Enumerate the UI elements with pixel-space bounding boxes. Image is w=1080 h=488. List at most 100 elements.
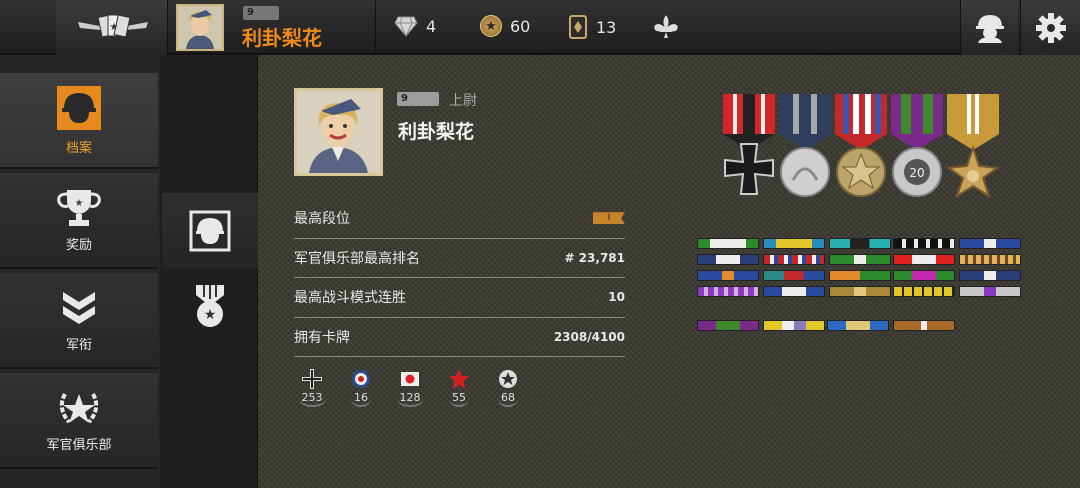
main-menu-button[interactable]: ★ <box>56 0 168 55</box>
helmet-icon <box>189 210 231 251</box>
stat-label: 最高段位 <box>294 211 350 228</box>
gear-icon <box>1035 12 1066 43</box>
ribbon[interactable] <box>959 238 1021 249</box>
ribbon[interactable] <box>827 320 889 331</box>
stat-value: 2308/4100 <box>553 329 625 344</box>
stat-value: # 23,781 <box>564 250 625 265</box>
rank-title: 上尉 <box>449 93 477 109</box>
trophy-icon: ★ <box>57 189 101 226</box>
ribbon[interactable] <box>697 320 759 331</box>
stat-label: 军官俱乐部最高排名 <box>294 250 420 267</box>
level-badge: 9 <box>397 92 439 106</box>
ribbon[interactable] <box>893 254 955 265</box>
portrait-woman-icon <box>297 91 380 173</box>
ribbon[interactable] <box>763 254 825 265</box>
balkenkreuz-icon <box>302 369 322 389</box>
sidebar-item-officers-club[interactable]: 军官俱乐部 <box>0 373 158 469</box>
nation-count: 16 <box>351 391 371 407</box>
profile-name: 利卦梨花 <box>398 121 475 143</box>
gold-coin-icon: ★ <box>480 15 502 37</box>
nation-count: 68 <box>498 391 518 407</box>
nation-count: 128 <box>396 391 424 407</box>
wreath-star-icon <box>59 392 99 423</box>
portrait-woman-icon <box>178 6 222 49</box>
sub-tabs: ★ <box>160 55 258 488</box>
ribbon[interactable] <box>893 320 955 331</box>
sidebar-item-label: 奖励 <box>65 237 92 253</box>
avatar[interactable] <box>176 4 224 51</box>
ribbon[interactable] <box>697 286 759 297</box>
ribbon[interactable] <box>893 286 955 297</box>
ribbon[interactable] <box>697 254 759 265</box>
bronze-star-medal[interactable] <box>946 94 1000 199</box>
ribbon[interactable] <box>763 270 825 281</box>
diamonds-counter[interactable]: 4 <box>394 15 436 37</box>
soldier-helmet-icon <box>975 14 1004 43</box>
cards-wings-logo-icon: ★ <box>78 14 148 38</box>
nation-soviet[interactable]: 55 <box>443 368 475 407</box>
medal-icon: ★ <box>196 284 224 327</box>
ribbon[interactable] <box>959 286 1021 297</box>
ribbon[interactable] <box>959 270 1021 281</box>
svg-text:★: ★ <box>75 198 84 209</box>
iron-cross-medal[interactable] <box>723 94 775 195</box>
ribbon[interactable] <box>959 254 1021 265</box>
nation-count: 253 <box>298 391 326 407</box>
rank-tier-badge: Ⅰ <box>593 212 625 225</box>
nation-count: 55 <box>449 391 469 407</box>
nation-britain[interactable]: 16 <box>345 368 377 407</box>
nation-usa[interactable]: 68 <box>492 368 524 407</box>
roundel-icon <box>352 370 370 388</box>
diamonds-value: 4 <box>426 16 437 36</box>
stat-value: 10 <box>608 290 625 305</box>
card-icon <box>569 15 587 39</box>
nation-germany[interactable]: 253 <box>296 368 328 407</box>
ribbon[interactable] <box>763 320 825 331</box>
gold-value: 60 <box>510 16 531 36</box>
fleur-de-lis-button[interactable] <box>653 15 679 39</box>
cards-counter[interactable]: 13 <box>568 15 616 39</box>
sidebar: 档案 ★ 奖励 军衔 军官俱乐部 <box>0 55 160 488</box>
ribbon[interactable] <box>829 254 891 265</box>
rising-sun-icon <box>401 372 419 386</box>
nation-japan[interactable]: 128 <box>394 368 426 407</box>
twenty-medal[interactable]: 20 <box>891 94 943 197</box>
tab-medals[interactable]: ★ <box>162 268 258 343</box>
sidebar-item-rewards[interactable]: ★ 奖励 <box>0 173 158 269</box>
star-medal[interactable] <box>835 94 887 197</box>
stat-row: 拥有卡牌 2308/4100 <box>294 318 625 357</box>
ribbon[interactable] <box>829 270 891 281</box>
profile-portrait[interactable] <box>294 88 383 176</box>
svg-text:★: ★ <box>110 22 119 33</box>
medal-number: 20 <box>909 166 924 180</box>
ribbon[interactable] <box>893 238 955 249</box>
stat-row: 最高段位 Ⅰ <box>294 199 625 239</box>
ribbon[interactable] <box>697 270 759 281</box>
ribbon[interactable] <box>893 270 955 281</box>
ribbon[interactable] <box>763 286 825 297</box>
top-bar: ★ 9 利卦梨花 4 ★ 60 13 <box>0 0 1080 55</box>
settings-button[interactable] <box>1020 0 1080 55</box>
sidebar-item-label: 军衔 <box>65 337 92 353</box>
ribbon[interactable] <box>829 286 891 297</box>
stat-label: 最高战斗模式连胜 <box>294 290 406 307</box>
svg-text:★: ★ <box>204 307 217 323</box>
stat-label: 拥有卡牌 <box>294 329 350 346</box>
ribbon[interactable] <box>697 238 759 249</box>
ribbon[interactable] <box>763 238 825 249</box>
medals-display: 20 <box>719 94 1001 206</box>
sidebar-item-rank[interactable]: 军衔 <box>0 273 158 369</box>
fleur-de-lis-icon <box>654 15 678 38</box>
gold-counter[interactable]: ★ 60 <box>480 15 530 37</box>
us-star-icon <box>499 370 517 388</box>
nation-cards: 253 16 128 55 68 <box>296 368 524 407</box>
sidebar-item-profile[interactable]: 档案 <box>0 73 158 169</box>
stats-table: 最高段位 Ⅰ 军官俱乐部最高排名 # 23,781 最高战斗模式连胜 10 拥有… <box>294 199 625 357</box>
cards-value: 13 <box>596 17 617 37</box>
commander-button[interactable] <box>960 0 1018 55</box>
diamond-icon <box>394 16 418 37</box>
ribbon[interactable] <box>829 238 891 249</box>
tab-profile[interactable] <box>162 193 258 268</box>
silver-laurel-medal[interactable] <box>779 94 831 197</box>
stat-row: 军官俱乐部最高排名 # 23,781 <box>294 239 625 278</box>
